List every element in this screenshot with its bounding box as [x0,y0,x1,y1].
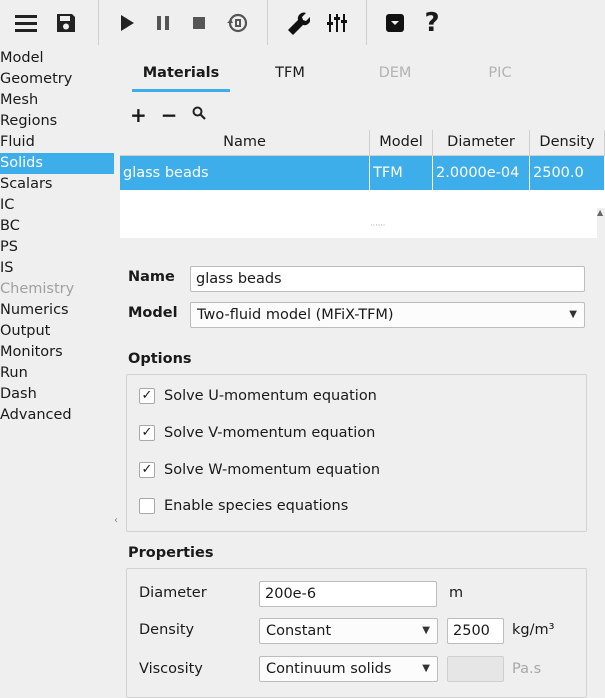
options-group: ✓ Solve U-momentum equation ✓ Solve V-momen… [126,374,587,532]
chevron-down-icon: ▼ [422,663,430,674]
table-body: glass beads TFM 2.0000e-04 2500.0 [120,155,605,190]
add-icon[interactable]: + [130,105,147,125]
sidebar-item-scalars[interactable]: Scalars [0,174,114,195]
table-cell-diameter: 2.0000e-04 [432,155,530,190]
option-row[interactable]: ✓ Solve V-momentum equation [139,425,375,441]
sidebar-item-is[interactable]: IS [0,258,114,279]
menu-icon[interactable] [6,3,46,43]
tab-materials[interactable]: Materials [132,58,230,92]
sidebar-item-dash[interactable]: Dash [0,384,114,405]
table-header-row: Name Model Diameter Density [120,130,605,156]
column-header-model[interactable]: Model [369,130,434,156]
properties-title: Properties [128,545,214,561]
table-splitter[interactable]: ······ [370,222,390,230]
sliders-icon[interactable] [318,3,356,43]
search-icon[interactable] [192,106,206,124]
viscosity-unit: Pa.s [512,661,542,677]
main-pane: Materials TFM DEM PIC + − Name Model Diameter… [120,48,605,698]
column-header-density[interactable]: Density [529,130,605,156]
option-label: Enable species equations [164,498,349,514]
option-checkbox[interactable] [139,498,155,514]
density-unit: kg/m³ [512,622,555,638]
materials-table: Name Model Diameter Density glass beads TFM 2… [120,130,605,238]
pause-icon[interactable] [145,3,181,43]
name-label: Name [128,269,175,285]
materials-toolbar: + − [130,104,206,126]
sidebar-nav: Model Geometry Mesh Regions Fluid Solids Scala… [0,48,114,641]
remove-icon[interactable]: − [161,105,178,125]
sidebar-item-regions[interactable]: Regions [0,111,114,132]
table-cell-density: 2500.0 [529,155,605,190]
viscosity-mode-select[interactable]: Continuum solids ▼ [259,656,438,682]
option-label: Solve U-momentum equation [164,388,377,404]
model-select-value: Two-fluid model (MFiX-TFM) [197,307,394,323]
sidebar-item-ps[interactable]: PS [0,237,114,258]
reset-icon[interactable] [217,3,257,43]
model-select[interactable]: Two-fluid model (MFiX-TFM) ▼ [190,302,585,328]
diameter-field[interactable]: 200e-6 [259,581,437,607]
sidebar-item-numerics[interactable]: Numerics [0,300,114,321]
option-checkbox[interactable]: ✓ [139,388,155,404]
option-row[interactable]: ✓ Solve U-momentum equation [139,388,377,404]
save-icon[interactable] [46,3,86,43]
wrench-icon[interactable] [276,3,318,43]
tab-tfm[interactable]: TFM [270,58,310,92]
sidebar-item-chemistry: Chemistry [0,281,75,297]
option-checkbox[interactable]: ✓ [139,462,155,478]
play-icon[interactable] [109,3,145,43]
chevron-down-icon: ▼ [422,625,430,636]
option-checkbox[interactable]: ✓ [139,425,155,441]
option-row[interactable]: ✓ Solve W-momentum equation [139,462,380,478]
table-cell-name: glass beads [120,155,371,190]
column-header-name[interactable]: Name [120,130,371,156]
option-label: Solve W-momentum equation [164,462,381,478]
viscosity-field [447,656,504,682]
options-title: Options [128,351,192,367]
density-field[interactable]: 2500 [447,618,504,644]
sidebar-item-advanced[interactable]: Advanced [0,405,114,426]
sidebar-item-solids[interactable]: Solids [0,153,114,174]
sidebar-item-mesh[interactable]: Mesh [0,90,114,111]
tab-dem: DEM [378,65,412,81]
tab-pic: PIC [488,65,512,81]
scroll-up-icon[interactable]: ▲ [597,208,605,218]
archive-icon[interactable] [375,3,415,43]
sidebar-item-ic[interactable]: IC [0,195,114,216]
density-label: Density [139,622,195,638]
option-row[interactable]: Enable species equations [139,498,348,514]
option-label: Solve V-momentum equation [164,425,376,441]
detail-scrollbar[interactable] [597,208,605,641]
sidebar-item-bc[interactable]: BC [0,216,114,237]
material-detail-panel: Name glass beads Model Two-fluid model (… [120,242,598,698]
properties-group: Diameter 200e-6 m Density Constant ▼ 250… [126,568,587,698]
sidebar-item-monitors[interactable]: Monitors [0,342,114,363]
diameter-label: Diameter [139,585,207,601]
table-row[interactable]: glass beads TFM 2.0000e-04 2500.0 [120,155,605,190]
diameter-unit: m [449,585,464,601]
viscosity-mode-value: Continuum solids [266,661,392,677]
table-cell-model: TFM [369,155,434,190]
sidebar-item-geometry[interactable]: Geometry [0,69,114,90]
help-icon[interactable]: ? [415,3,449,43]
sidebar-item-model[interactable]: Model [0,48,114,69]
density-mode-value: Constant [266,623,332,639]
column-header-diameter[interactable]: Diameter [432,130,530,156]
sidebar-item-output[interactable]: Output [0,321,114,342]
viscosity-label: Viscosity [139,661,203,677]
tab-bar: Materials TFM DEM PIC [120,58,605,94]
chevron-down-icon: ▼ [569,309,577,320]
sidebar-item-run[interactable]: Run [0,363,114,384]
name-field[interactable]: glass beads [190,266,585,292]
model-label: Model [128,305,178,321]
density-mode-select[interactable]: Constant ▼ [259,618,438,644]
main-toolbar: ? [0,0,605,45]
stop-icon[interactable] [181,3,217,43]
sidebar-item-fluid[interactable]: Fluid [0,132,114,153]
